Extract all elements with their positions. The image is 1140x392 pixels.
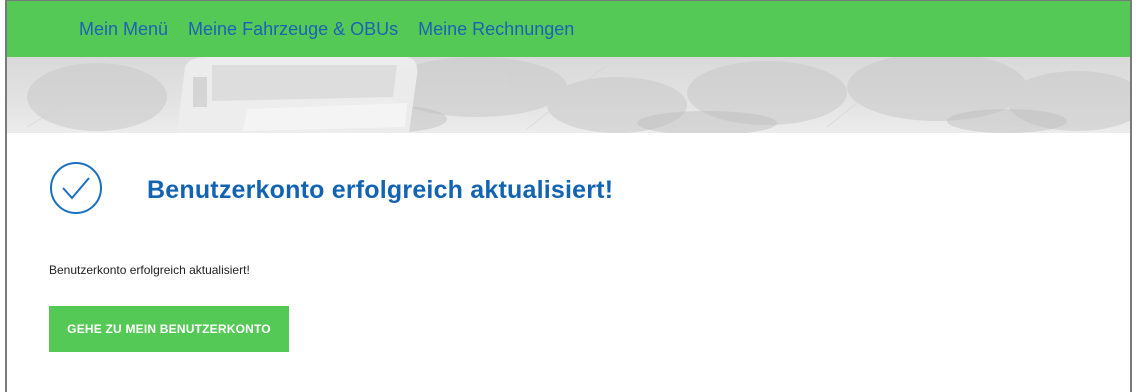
hero-banner-image	[7, 57, 1130, 133]
nav-item-mein-menue[interactable]: Mein Menü	[79, 20, 168, 38]
page-title: Benutzerkonto erfolgreich aktualisiert!	[147, 176, 614, 204]
top-navigation: Mein Menü Meine Fahrzeuge & OBUs Meine R…	[7, 1, 1130, 57]
confirmation-section: Benutzerkonto erfolgreich aktualisiert! …	[7, 133, 1130, 392]
page-frame: Mein Menü Meine Fahrzeuge & OBUs Meine R…	[5, 0, 1132, 392]
check-circle-icon	[49, 161, 103, 220]
nav-item-meine-rechnungen[interactable]: Meine Rechnungen	[418, 20, 574, 38]
nav-item-meine-fahrzeuge-obus[interactable]: Meine Fahrzeuge & OBUs	[188, 20, 398, 38]
confirmation-header: Benutzerkonto erfolgreich aktualisiert!	[49, 161, 613, 220]
go-to-account-button[interactable]: GEHE ZU MEIN BENUTZERKONTO	[49, 306, 289, 352]
confirmation-message: Benutzerkonto erfolgreich aktualisiert!	[49, 263, 250, 277]
truck-background-illustration	[26, 57, 1130, 133]
